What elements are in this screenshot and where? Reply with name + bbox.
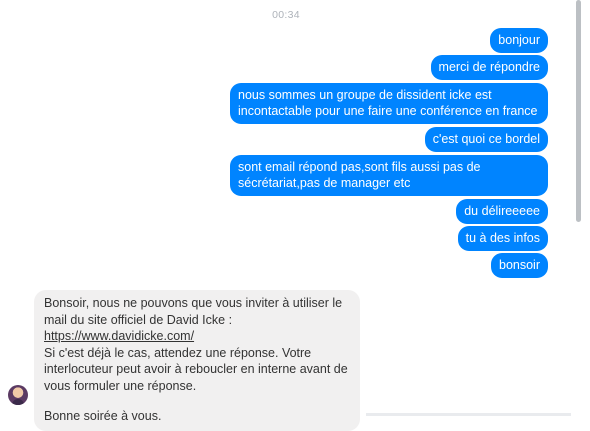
outgoing-message[interactable]: tu à des infos <box>457 226 548 251</box>
scrollbar-thumb[interactable] <box>576 0 581 222</box>
message-timestamp: 00:34 <box>272 9 300 21</box>
website-link[interactable]: https://www.davidicke.com/ <box>44 329 194 343</box>
avatar[interactable] <box>8 385 28 405</box>
incoming-message[interactable]: Bonsoir, nous ne pouvons que vous invite… <box>34 290 360 431</box>
incoming-message-text: Si c'est déjà le cas, attendez une répon… <box>44 345 348 393</box>
incoming-message-closing: Bonne soirée à vous. <box>44 409 162 423</box>
incoming-message-text: Bonsoir, nous ne pouvons que vous invite… <box>44 296 343 327</box>
outgoing-message[interactable]: merci de répondre <box>430 55 548 80</box>
outgoing-message[interactable]: du délireeeee <box>456 199 548 224</box>
outgoing-message[interactable]: sont email répond pas,sont fils aussi pa… <box>230 155 548 196</box>
scrollbar[interactable] <box>575 0 583 416</box>
outgoing-message[interactable]: bonsoir <box>491 253 548 278</box>
outgoing-message[interactable]: c'est quoi ce bordel <box>424 127 548 152</box>
outgoing-messages: bonjour merci de répondre nous sommes un… <box>208 28 548 280</box>
outgoing-message[interactable]: bonjour <box>490 28 548 53</box>
outgoing-message[interactable]: nous sommes un groupe de dissident icke … <box>230 83 548 124</box>
